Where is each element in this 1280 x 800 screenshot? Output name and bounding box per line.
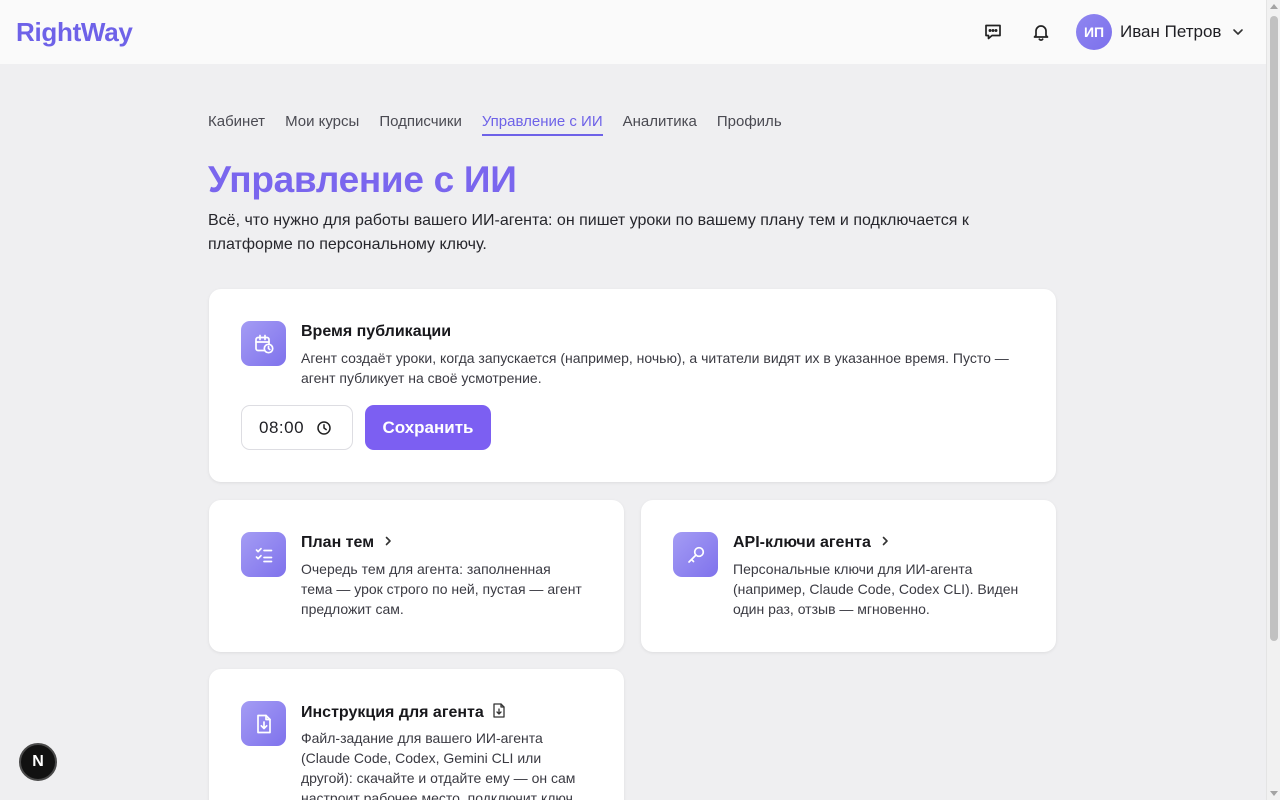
topic-plan-desc: Очередь тем для агента: заполненная тема…: [301, 559, 582, 619]
topic-plan-desc-line: Очередь тем для агента: заполненная: [301, 561, 551, 577]
api-keys-desc-line: (например, Claude Code, Codex CLI). Виде…: [733, 581, 1019, 597]
scroll-thumb[interactable]: [1270, 16, 1278, 641]
agent-instruction-desc: Файл-задание для вашего ИИ-агента (Claud…: [301, 728, 575, 800]
top-header: RightWay ИП Иван Петров: [0, 0, 1266, 64]
avatar: ИП: [1076, 14, 1112, 50]
clock-icon[interactable]: [316, 420, 332, 441]
scroll-up-arrow-icon[interactable]: [1270, 4, 1278, 9]
page-subtitle-line: Всё, что нужно для работы вашего ИИ-аген…: [208, 212, 969, 229]
file-download-icon: [241, 701, 286, 746]
calendar-clock-icon: [241, 321, 286, 366]
agent-instruction-desc-line: другой): скачайте и отдайте ему — он сам: [301, 770, 576, 786]
scroll-down-arrow-icon[interactable]: [1270, 791, 1278, 796]
publish-card-title-text: Время публикации: [301, 323, 452, 340]
topic-plan-desc-line: предложит сам.: [301, 601, 404, 617]
download-file-icon[interactable]: [492, 703, 506, 723]
page-subtitle-line: платформе по персональному ключу.: [208, 236, 487, 253]
agent-instruction-desc-line: настроит рабочее место, подключит ключ: [301, 790, 573, 800]
nav-cabinet[interactable]: Кабинет: [208, 112, 265, 136]
topic-plan-desc-line: тема — урок строго по ней, пустая — аген…: [301, 581, 582, 597]
topic-plan-title-text: План тем: [301, 534, 375, 551]
save-button[interactable]: Сохранить: [365, 405, 491, 450]
nav-ai-management[interactable]: Управление с ИИ: [481, 112, 603, 136]
agent-instruction-card[interactable]: Инструкция для агента Файл-задание для в…: [209, 669, 624, 800]
bell-icon[interactable]: [1029, 20, 1053, 44]
publish-card-title: Время публикации: [301, 323, 451, 341]
publish-time-input[interactable]: 08:00: [241, 405, 353, 450]
nav-subscribers[interactable]: Подписчики: [379, 112, 462, 136]
publish-time-card: Время публикации Агент создаёт уроки, ко…: [209, 289, 1056, 482]
agent-instruction-desc-line: (Claude Code, Codex, Gemini CLI или: [301, 750, 542, 766]
agent-instruction-title-text: Инструкция для агента: [301, 704, 484, 721]
key-icon: [673, 532, 718, 577]
api-keys-card[interactable]: API-ключи агента Персональные ключи для …: [641, 500, 1056, 652]
dev-tools-badge[interactable]: N: [19, 743, 57, 781]
page-title: Управление с ИИ: [208, 159, 517, 200]
agent-instruction-title: Инструкция для агента: [301, 703, 506, 723]
api-keys-desc-line: Персональные ключи для ИИ-агента: [733, 561, 973, 577]
topic-plan-card[interactable]: План тем Очередь тем для агента: заполне…: [209, 500, 624, 652]
api-keys-desc-line: один раз, отзыв — мгновенно.: [733, 601, 930, 617]
chevron-right-icon: [382, 534, 394, 552]
nav-profile[interactable]: Профиль: [717, 112, 782, 136]
chat-icon[interactable]: [981, 20, 1005, 44]
nav-analytics[interactable]: Аналитика: [623, 112, 697, 136]
chevron-right-icon: [879, 534, 891, 552]
user-menu[interactable]: ИП Иван Петров: [1076, 14, 1245, 50]
publish-card-desc-line: агент публикует на своё усмотрение.: [301, 370, 542, 386]
chevron-down-icon: [1231, 25, 1245, 39]
publish-card-desc-line: Агент создаёт уроки, когда запускается (…: [301, 350, 1009, 366]
api-keys-desc: Персональные ключи для ИИ-агента (наприм…: [733, 559, 1018, 619]
scrollbar[interactable]: [1266, 0, 1280, 800]
checklist-icon: [241, 532, 286, 577]
agent-instruction-desc-line: Файл-задание для вашего ИИ-агента: [301, 730, 543, 746]
api-keys-title: API-ключи агента: [733, 534, 891, 552]
section-nav: Кабинет Мои курсы Подписчики Управление …: [208, 112, 782, 136]
topic-plan-title: План тем: [301, 534, 394, 552]
publish-card-desc: Агент создаёт уроки, когда запускается (…: [301, 348, 1009, 388]
brand-logo[interactable]: RightWay: [16, 17, 133, 48]
user-name: Иван Петров: [1120, 22, 1222, 41]
publish-time-value: 08:00: [259, 417, 305, 437]
nav-my-courses[interactable]: Мои курсы: [285, 112, 359, 136]
page-subtitle: Всё, что нужно для работы вашего ИИ-аген…: [208, 209, 1008, 257]
api-keys-title-text: API-ключи агента: [733, 534, 871, 551]
